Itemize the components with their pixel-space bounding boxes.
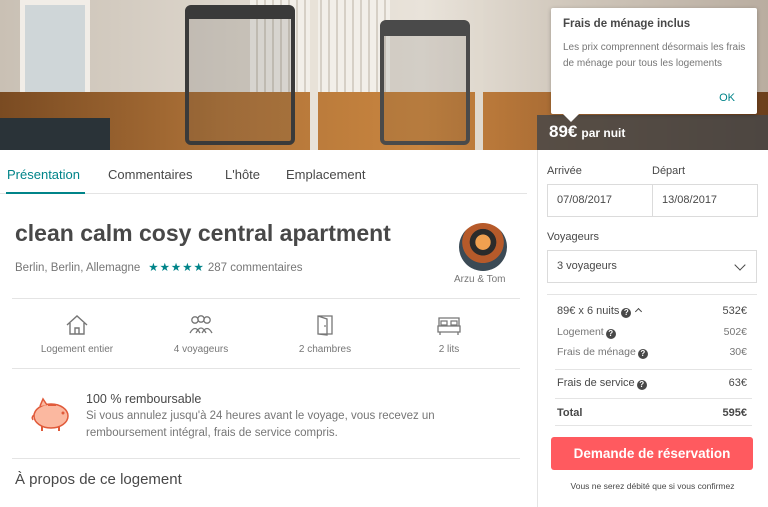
amenity-label: 2 chambres xyxy=(298,344,352,355)
amenity-label: Logement entier xyxy=(40,344,114,355)
divider xyxy=(555,398,752,399)
cleaning-row: Frais de ménage? 30€ xyxy=(557,346,747,359)
divider xyxy=(555,369,752,370)
refund-title: 100 % remboursable xyxy=(86,392,202,406)
guests-icon xyxy=(189,315,213,334)
total-row: Total 595€ xyxy=(557,407,747,419)
price-amount: 89€ xyxy=(549,122,578,141)
total-label: Total xyxy=(557,407,583,419)
lodging-value: 502€ xyxy=(723,326,747,338)
price-unit: par nuit xyxy=(581,126,626,140)
host-avatar[interactable] xyxy=(459,223,507,271)
photo-table-leg xyxy=(310,0,318,150)
amenity-bedrooms: 2 chambres xyxy=(270,314,380,355)
cleaning-fee-tooltip: Frais de ménage inclus Les prix comprenn… xyxy=(551,8,757,122)
about-heading: À propos de ce logement xyxy=(15,471,182,488)
refund-description: Si vous annulez jusqu'à 24 heures avant … xyxy=(86,410,435,439)
help-icon[interactable]: ? xyxy=(605,329,616,339)
photo-window xyxy=(20,0,90,100)
home-icon xyxy=(66,315,88,335)
amenity-guests: 4 voyageurs xyxy=(146,314,256,355)
guests-select[interactable]: 3 voyageurs xyxy=(547,250,757,283)
chevron-up-icon[interactable] xyxy=(635,307,643,316)
active-tab-indicator xyxy=(6,192,85,194)
photo-chair xyxy=(185,5,295,145)
help-icon[interactable]: ? xyxy=(636,380,647,390)
no-charge-note: Vous ne serez débité que si vous confirm… xyxy=(570,481,735,491)
listing-subtitle: Berlin, Berlin, Allemagne ★★★★★ 287 commen… xyxy=(15,260,302,274)
cleaning-value: 30€ xyxy=(729,346,747,358)
tab-presentation[interactable]: Présentation xyxy=(7,167,80,182)
lodging-row: Logement? 502€ xyxy=(557,326,747,339)
divider xyxy=(12,368,520,369)
listing-title: clean calm cosy central apartment xyxy=(15,220,391,246)
arrival-label: Arrivée xyxy=(547,165,582,177)
service-label: Frais de service xyxy=(557,377,635,389)
listing-tabs: Présentation Commentaires L'hôte Emplace… xyxy=(0,150,527,194)
lodging-label: Logement xyxy=(557,326,604,338)
help-icon[interactable]: ? xyxy=(621,308,632,318)
tab-host[interactable]: L'hôte xyxy=(225,167,260,182)
guests-value: 3 voyageurs xyxy=(557,260,617,272)
photo-rug xyxy=(0,118,110,150)
cleaning-label: Frais de ménage xyxy=(557,346,636,358)
photo-table-leg xyxy=(475,0,483,150)
door-icon xyxy=(317,315,333,336)
tab-reviews[interactable]: Commentaires xyxy=(108,167,193,182)
service-value: 63€ xyxy=(728,377,747,389)
guests-label: Voyageurs xyxy=(547,231,599,243)
amenity-label: 4 voyageurs xyxy=(173,344,229,355)
divider xyxy=(12,458,520,459)
amenity-beds: 2 lits xyxy=(394,314,504,355)
arrival-date-input[interactable]: 07/08/2017 xyxy=(547,184,653,217)
tooltip-body: Les prix comprennent désormais les frais… xyxy=(563,42,746,69)
total-value: 595€ xyxy=(722,407,747,419)
tooltip-ok-button[interactable]: OK xyxy=(719,92,735,104)
photo-chair xyxy=(380,20,470,145)
nights-total: 532€ xyxy=(722,305,747,317)
divider xyxy=(547,294,757,295)
request-booking-button[interactable]: Demande de réservation xyxy=(551,437,753,470)
divider xyxy=(12,298,520,299)
nights-label: 89€ x 6 nuits xyxy=(557,305,620,317)
help-icon[interactable]: ? xyxy=(637,349,648,359)
amenity-label: 2 lits xyxy=(438,344,460,355)
rating-stars: ★★★★★ xyxy=(148,262,205,274)
service-fee-row: Frais de service? 63€ xyxy=(557,377,747,390)
departure-label: Départ xyxy=(652,165,686,177)
chevron-down-icon xyxy=(734,259,746,271)
piggy-bank-icon xyxy=(31,397,69,431)
divider xyxy=(555,425,752,426)
reviews-count[interactable]: 287 commentaires xyxy=(208,262,303,274)
departure-date-input[interactable]: 13/08/2017 xyxy=(652,184,758,217)
nights-row[interactable]: 89€ x 6 nuits? 532€ xyxy=(557,305,747,318)
amenity-entire-home: Logement entier xyxy=(22,314,132,355)
host-name[interactable]: Arzu & Tom xyxy=(454,274,506,285)
tab-location[interactable]: Emplacement xyxy=(286,167,365,182)
listing-location[interactable]: Berlin, Berlin, Allemagne xyxy=(15,262,140,274)
tooltip-title: Frais de ménage inclus xyxy=(563,18,691,30)
bed-icon xyxy=(437,317,461,335)
